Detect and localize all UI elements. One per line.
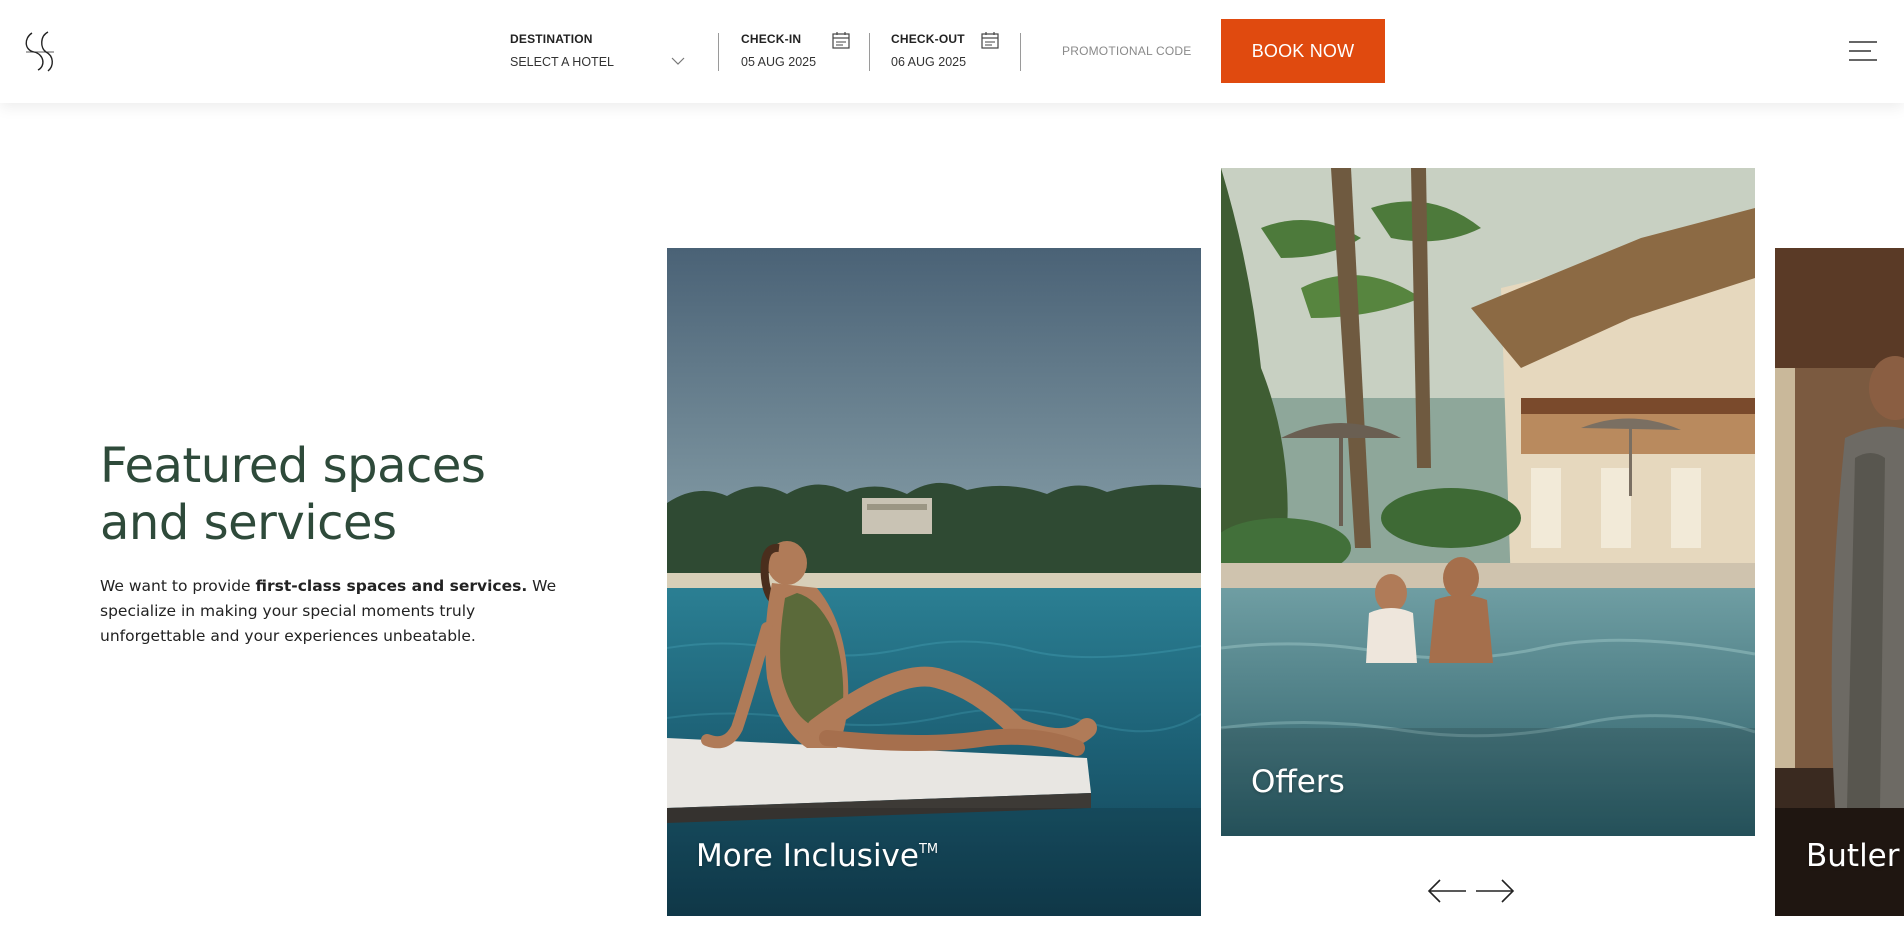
brand-logo-icon[interactable] <box>22 30 58 72</box>
destination-value: SELECT A HOTEL <box>510 55 614 69</box>
section-title: Featured spaces and services <box>100 438 486 551</box>
checkin-date-field[interactable]: CHECK-IN 05 AUG 2025 <box>741 32 881 69</box>
book-now-button[interactable]: BOOK NOW <box>1221 19 1385 83</box>
booking-header: DESTINATION SELECT A HOTEL CHECK-IN 05 A… <box>0 0 1904 103</box>
checkin-value: 05 AUG 2025 <box>741 55 817 69</box>
card-title-text: More Inclusive <box>696 838 919 874</box>
promo-code-input[interactable]: PROMOTIONAL CODE <box>1062 44 1191 58</box>
checkin-label: CHECK-IN <box>741 32 802 46</box>
card-butler-service[interactable]: Butler service <box>1775 248 1904 916</box>
arrow-left-icon[interactable] <box>1426 878 1468 904</box>
chevron-down-icon <box>671 57 685 65</box>
destination-label: DESTINATION <box>510 32 593 46</box>
resort-pool-photo <box>1221 168 1755 836</box>
divider <box>718 33 719 71</box>
calendar-icon <box>832 32 850 49</box>
description-prefix: We want to provide <box>100 577 256 595</box>
pool-lounger-photo <box>667 248 1201 916</box>
divider <box>1020 33 1021 71</box>
card-offers[interactable]: Offers <box>1221 168 1755 836</box>
card-title: Butler service <box>1806 838 1904 874</box>
hamburger-menu-icon[interactable] <box>1847 38 1879 64</box>
description-emphasis: first-class spaces and services. <box>255 577 528 595</box>
card-more-inclusive[interactable]: More InclusiveTM <box>667 248 1201 916</box>
card-title: More InclusiveTM <box>696 838 938 874</box>
checkout-value: 06 AUG 2025 <box>891 55 967 69</box>
butler-photo <box>1775 248 1904 916</box>
trademark-mark: TM <box>918 842 939 857</box>
card-title: Offers <box>1251 764 1345 800</box>
checkout-date-field[interactable]: CHECK-OUT 06 AUG 2025 <box>891 32 1006 69</box>
section-description: We want to provide first-class spaces an… <box>100 574 560 649</box>
arrow-right-icon[interactable] <box>1474 878 1516 904</box>
calendar-icon <box>981 32 999 49</box>
destination-select[interactable]: DESTINATION SELECT A HOTEL <box>510 32 685 69</box>
divider <box>869 33 870 71</box>
